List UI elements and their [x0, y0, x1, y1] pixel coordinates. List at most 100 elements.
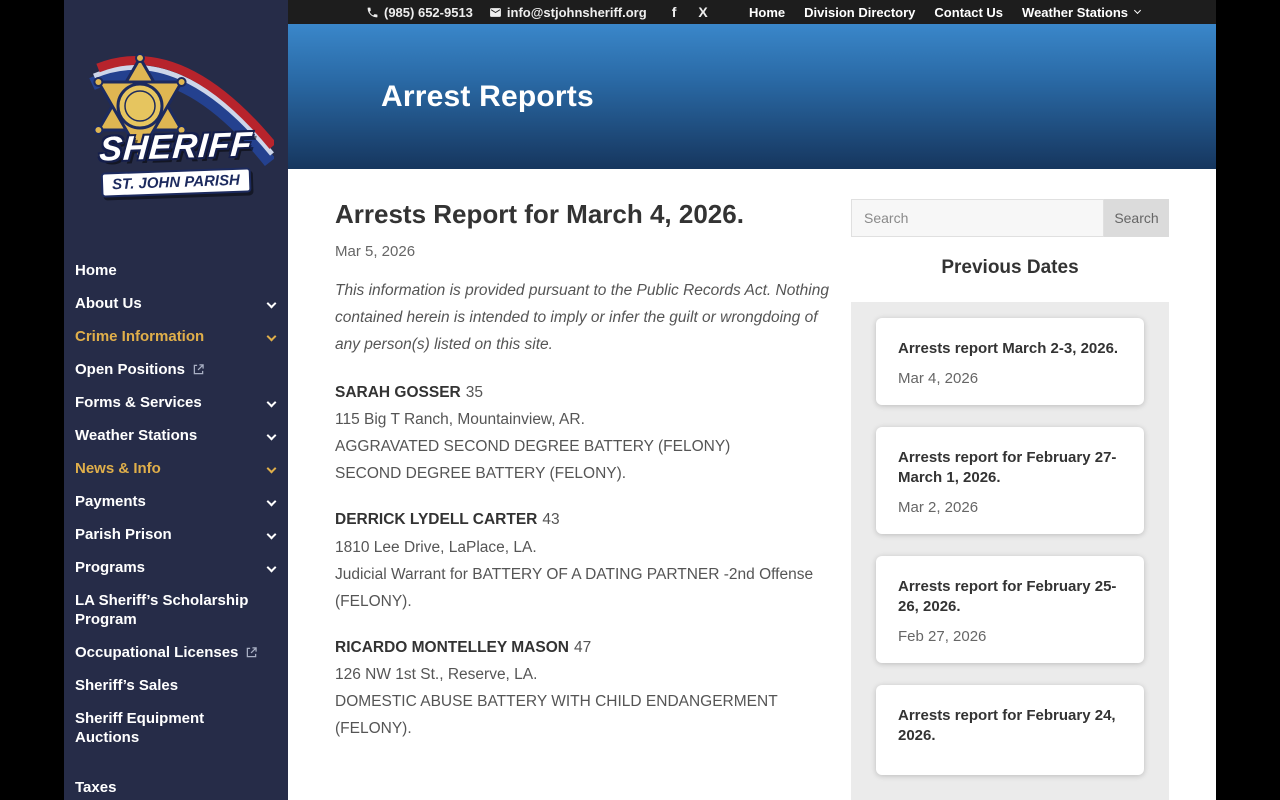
sidebar-item-label: News & Info [75, 460, 161, 477]
sidebar-item-weather-stations[interactable]: Weather Stations [75, 419, 278, 452]
chevron-down-icon [1133, 7, 1142, 15]
chevron-down-icon [266, 529, 277, 540]
sidebar-item-label: Parish Prison [75, 526, 172, 543]
external-link-icon [247, 647, 258, 658]
card-title: Arrests report for February 24, 2026. [898, 707, 1116, 744]
arrest-address: 126 NW 1st St., Reserve, LA. [335, 666, 538, 683]
chevron-down-icon [266, 331, 277, 342]
email-link[interactable]: info@stjohnsheriff.org [489, 5, 647, 20]
sidebar-item-la-sheriffs-scholarship-program[interactable]: LA Sheriff’s Scholarship Program [75, 584, 278, 636]
email-address: info@stjohnsheriff.org [506, 4, 647, 20]
arrest-entry: RICARDO MONTELLEY MASON 47 126 NW 1st St.… [335, 634, 840, 743]
arrest-name: DERRICK LYDELL CARTER [335, 511, 538, 529]
topbar: (985) 652-9513 info@stjohnsheriff.org f … [288, 0, 1216, 25]
sidebar-item-occupational-licenses[interactable]: Occupational Licenses [75, 636, 278, 669]
previous-report-card[interactable]: Arrests report for February 25-26, 2026.… [876, 556, 1144, 663]
topbar-nav: Home Division Directory Contact Us Weath… [749, 4, 1142, 20]
arrest-name-line: RICARDO MONTELLEY MASON 47 [335, 634, 840, 661]
sidebar-item-label: Taxes [75, 779, 117, 796]
sidebar-item-news-info[interactable]: News & Info [75, 452, 278, 485]
sheriff-logo[interactable]: SHERIFF ST. JOHN PARISH [78, 44, 274, 206]
topbar-contact-group: (985) 652-9513 info@stjohnsheriff.org f … [366, 4, 711, 20]
arrest-charge: DOMESTIC ABUSE BATTERY WITH CHILD ENDANG… [335, 693, 778, 738]
arrest-age: 47 [573, 638, 592, 656]
previous-report-card[interactable]: Arrests report March 2-3, 2026. Mar 4, 2… [876, 317, 1144, 405]
public-records-disclaimer: This information is provided pursuant to… [335, 281, 829, 353]
external-link-icon [193, 364, 204, 375]
sidebar-item-forms-services[interactable]: Forms & Services [75, 386, 278, 419]
page: SHERIFF ST. JOHN PARISH Home About Us Cr… [64, 0, 1216, 800]
arrest-charge: Judicial Warrant for BATTERY OF A DATING… [335, 565, 814, 610]
phone-icon [367, 7, 378, 18]
card-date: Feb 27, 2026 [898, 628, 987, 645]
logo-sheriff-text: SHERIFF [98, 125, 254, 169]
article-title: Arrests Report for March 4, 2026. [335, 198, 744, 229]
page-header-banner: Arrest Reports [288, 24, 1216, 169]
sidebar-item-label: Open Positions [75, 361, 186, 378]
search-button[interactable]: Search [1104, 198, 1169, 237]
facebook-icon[interactable]: f [669, 4, 680, 20]
arrest-address: 115 Big T Ranch, Mountainview, AR. [335, 411, 585, 428]
article-date: Mar 5, 2026 [335, 242, 416, 260]
sidebar-item-programs[interactable]: Programs [75, 551, 278, 584]
x-twitter-icon[interactable]: X [695, 4, 710, 20]
phone-link[interactable]: (985) 652-9513 [366, 5, 473, 20]
logo-parish-text: ST. JOHN PARISH [100, 167, 252, 198]
previous-dates-panel: Arrests report March 2-3, 2026. Mar 4, 2… [851, 301, 1169, 800]
sidebar-item-payments[interactable]: Payments [75, 485, 278, 518]
sidebar-item-label: Forms & Services [75, 394, 202, 411]
topnav-weather-stations-label: Weather Stations [1022, 4, 1128, 20]
arrest-report-article: Arrests Report for March 4, 2026. Mar 5,… [335, 199, 840, 800]
sidebar-item-about-us[interactable]: About Us [75, 287, 278, 320]
arrest-name-line: DERRICK LYDELL CARTER 43 [335, 506, 840, 533]
previous-dates-heading: Previous Dates [941, 256, 1079, 278]
sidebar-item-parish-prison[interactable]: Parish Prison [75, 518, 278, 551]
previous-report-card[interactable]: Arrests report for February 24, 2026. [876, 685, 1144, 775]
arrest-name: RICARDO MONTELLEY MASON [335, 638, 569, 656]
chevron-down-icon [266, 430, 277, 441]
card-title: Arrests report March 2-3, 2026. [898, 339, 1119, 357]
email-icon [489, 7, 501, 17]
arrest-charge: AGGRAVATED SECOND DEGREE BATTERY (FELONY… [335, 438, 731, 456]
sidebar-item-sheriffs-sales[interactable]: Sheriff’s Sales [75, 669, 278, 702]
sidebar-item-crime-information[interactable]: Crime Information [75, 320, 278, 353]
sidebar: SHERIFF ST. JOHN PARISH Home About Us Cr… [64, 0, 288, 800]
sidebar-item-label: Payments [75, 493, 146, 510]
sidebar-menu: Home About Us Crime Information Open Pos… [64, 206, 288, 800]
topnav-weather-stations[interactable]: Weather Stations [1022, 4, 1142, 20]
topnav-contact-us[interactable]: Contact Us [934, 5, 1003, 20]
topnav-division-directory[interactable]: Division Directory [804, 5, 915, 20]
sidebar-item-label: Programs [75, 559, 146, 576]
card-date: Mar 4, 2026 [898, 370, 979, 387]
chevron-down-icon [266, 562, 277, 573]
arrest-age: 43 [542, 511, 560, 529]
sidebar-item-label: Crime Information [75, 328, 205, 345]
sidebar-item-label: Sheriff Equipment Auctions [75, 710, 205, 746]
sidebar-item-taxes[interactable]: Taxes [75, 771, 278, 800]
previous-report-card[interactable]: Arrests report for February 27-March 1, … [876, 427, 1144, 534]
chevron-down-icon [266, 397, 277, 408]
sidebar-item-sheriff-equipment-auctions[interactable]: Sheriff Equipment Auctions [75, 702, 278, 754]
chevron-down-icon [266, 298, 277, 309]
arrest-address: 1810 Lee Drive, LaPlace, LA. [335, 538, 537, 556]
sidebar-item-home[interactable]: Home [75, 254, 278, 287]
chevron-down-icon [266, 463, 277, 474]
card-date: Mar 2, 2026 [898, 499, 979, 516]
phone-number: (985) 652-9513 [384, 4, 473, 20]
card-title: Arrests report for February 25-26, 2026. [898, 578, 1117, 615]
chevron-down-icon [266, 496, 277, 507]
search-input[interactable] [851, 198, 1104, 237]
card-title: Arrests report for February 27-March 1, … [898, 449, 1117, 486]
arrest-name-line: SARAH GOSSER 35 [335, 379, 840, 406]
page-title: Arrest Reports [381, 80, 594, 114]
sidebar-item-label: About Us [75, 295, 142, 312]
arrest-age: 35 [465, 383, 483, 401]
sidebar-item-label: Home [75, 262, 117, 279]
arrest-entry: DERRICK LYDELL CARTER 43 1810 Lee Drive, … [335, 506, 840, 615]
sidebar-item-open-positions[interactable]: Open Positions [75, 353, 278, 386]
sidebar-item-label: Weather Stations [75, 427, 198, 444]
sidebar-item-label: Occupational Licenses [75, 644, 239, 661]
main-column: (985) 652-9513 info@stjohnsheriff.org f … [288, 0, 1216, 800]
arrest-name: SARAH GOSSER [335, 383, 461, 401]
topnav-home[interactable]: Home [749, 5, 785, 20]
